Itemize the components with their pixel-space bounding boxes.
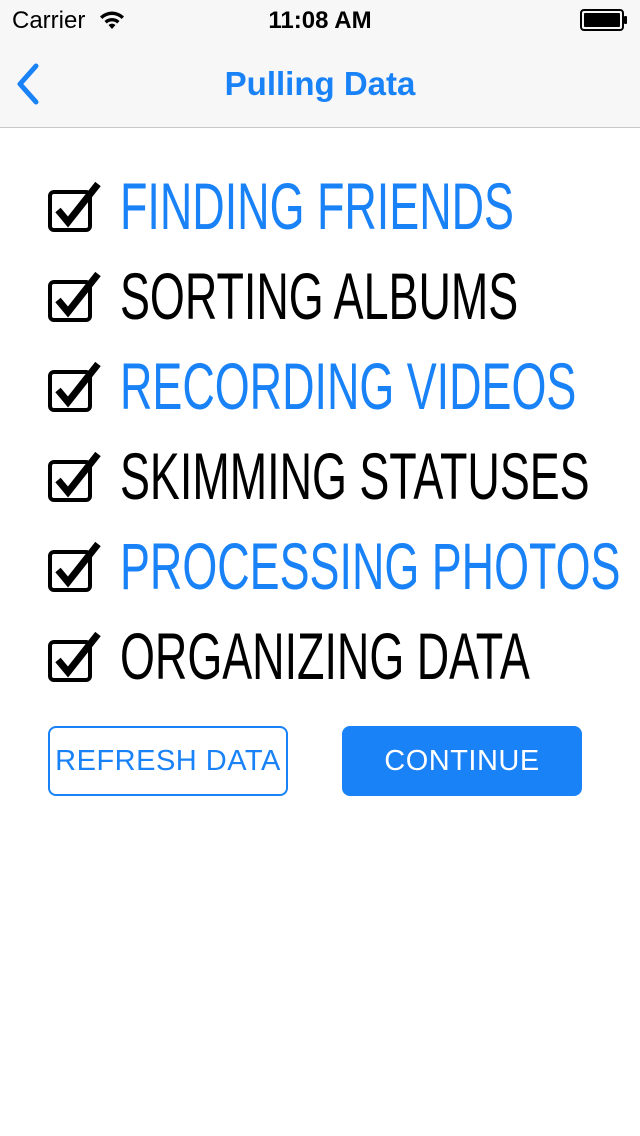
checklist-item: PROCESSING PHOTOS [44, 522, 624, 612]
checklist-item: FINDING FRIENDS [44, 162, 624, 252]
checklist-label: SKIMMING STATUSES [120, 439, 590, 513]
checklist-item: SORTING ALBUMS [44, 252, 624, 342]
checklist: FINDING FRIENDS SORTING ALBUMS RECORDING… [44, 162, 624, 702]
navigation-bar: Pulling Data [0, 40, 640, 128]
status-bar: Carrier 11:08 AM [0, 0, 640, 40]
checklist-item: ORGANIZING DATA [44, 612, 624, 702]
checked-checkbox-icon [46, 360, 102, 414]
continue-button[interactable]: CONTINUE [342, 726, 582, 796]
battery-icon [580, 9, 628, 31]
checklist-label: ORGANIZING DATA [120, 619, 530, 693]
checklist-label: PROCESSING PHOTOS [120, 529, 621, 603]
checked-checkbox-icon [46, 270, 102, 324]
checklist-label: RECORDING VIDEOS [120, 349, 577, 423]
checklist-label: SORTING ALBUMS [120, 259, 519, 333]
screen: Carrier 11:08 AM Pulling Data FINDING FR… [0, 0, 640, 1136]
checklist-label: FINDING FRIENDS [120, 169, 514, 243]
clock: 11:08 AM [268, 7, 372, 34]
refresh-data-button[interactable]: REFRESH DATA [48, 726, 288, 796]
checked-checkbox-icon [46, 630, 102, 684]
checked-checkbox-icon [46, 450, 102, 504]
checked-checkbox-icon [46, 540, 102, 594]
page-title: Pulling Data [224, 65, 416, 102]
checklist-item: RECORDING VIDEOS [44, 342, 624, 432]
checklist-item: SKIMMING STATUSES [44, 432, 624, 522]
checked-checkbox-icon [46, 180, 102, 234]
